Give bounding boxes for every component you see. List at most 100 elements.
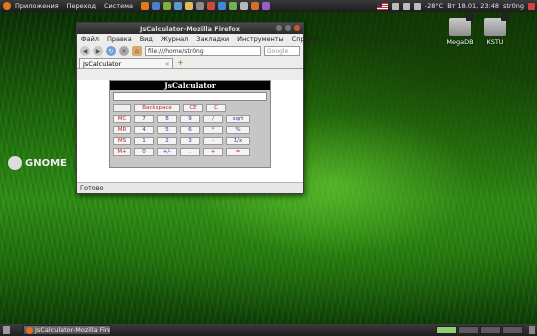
show-desktop-icon[interactable] [3,326,10,334]
clock[interactable]: Вт 18.01, 23:48 [447,2,499,10]
memory-recall-button[interactable]: MR [113,126,131,134]
calculator-title: JsCalculator [110,81,270,90]
multiply-button[interactable]: * [203,126,223,134]
forward-icon[interactable]: ▶ [93,46,103,56]
app-launcher-icon[interactable] [228,2,237,10]
system-tray: -28°C Вт 18.01, 23:48 str0ng [376,0,535,12]
menu-places[interactable]: Переход [63,2,100,10]
digit-0-button[interactable]: 0 [134,148,154,156]
digit-9-button[interactable]: 9 [180,115,200,123]
digit-6-button[interactable]: 6 [180,126,200,134]
gnome-logo-text: GNOME [25,157,67,169]
menu-history[interactable]: Журнал [157,35,192,43]
sqrt-button[interactable]: sqrt [226,115,250,123]
keyboard-layout-flag-icon[interactable] [376,2,388,10]
calculator-row: M+ 0 +/- . + = [113,148,270,156]
menu-system[interactable]: Система [100,2,137,10]
digit-5-button[interactable]: 5 [157,126,177,134]
firefox-launcher-icon[interactable] [140,2,149,10]
home-icon[interactable]: ⌂ [132,46,142,56]
equals-button[interactable]: = [226,148,250,156]
decimal-button[interactable]: . [180,148,200,156]
workspace-3[interactable] [480,326,501,334]
folder-icon [484,13,509,36]
status-bar: Готово [77,182,303,193]
search-input[interactable]: Google [264,46,300,56]
clear-button[interactable]: C [206,104,226,112]
trash-icon[interactable] [529,326,535,334]
memory-add-button[interactable]: M+ [113,148,131,156]
reload-icon[interactable]: ↻ [106,46,116,56]
window-titlebar[interactable]: JsCalculator-Mozilla Firefox [77,23,303,34]
clear-entry-button[interactable]: CE [183,104,203,112]
minimize-icon[interactable] [276,25,282,31]
calculator: JsCalculator Backspace CE C MC 7 8 9 / s… [109,80,271,168]
close-icon[interactable] [294,25,300,31]
desktop-icon-label: KSTU [486,38,504,46]
backspace-button[interactable]: Backspace [134,104,180,112]
app-launcher-icon[interactable] [261,2,270,10]
workspace-1[interactable] [436,326,457,334]
window-title: JsCalculator-Mozilla Firefox [139,24,241,33]
memory-clear-button[interactable]: MC [113,115,131,123]
tab-jscalculator[interactable]: JsCalculator × [79,58,173,68]
percent-button[interactable]: % [226,126,250,134]
app-launcher-icon[interactable] [162,2,171,10]
maximize-icon[interactable] [285,25,291,31]
workspace-2[interactable] [458,326,479,334]
user-name[interactable]: str0ng [503,2,524,10]
app-launcher-icon[interactable] [184,2,193,10]
sign-toggle-button[interactable]: +/- [157,148,177,156]
firefox-window: JsCalculator-Mozilla Firefox Файл Правка… [76,22,320,194]
url-bar[interactable]: file:///home/str0ng [145,46,261,56]
app-launcher-icon[interactable] [239,2,248,10]
menu-view[interactable]: Вид [136,35,157,43]
power-icon[interactable] [528,2,535,10]
menubar: Файл Правка Вид Журнал Закладки Инструме… [77,34,320,44]
taskbar-item-firefox[interactable]: JsCalculator-Mozilla Firef... [23,325,111,335]
calculator-row: MC 7 8 9 / sqrt [113,115,270,123]
menu-tools[interactable]: Инструменты [233,35,288,43]
gnome-logo: GNOME [8,156,67,170]
digit-4-button[interactable]: 4 [134,126,154,134]
app-launcher-icon[interactable] [217,2,226,10]
divide-button[interactable]: / [203,115,223,123]
volume-icon[interactable] [413,2,421,10]
mail-icon[interactable] [391,2,399,10]
weather-readout[interactable]: -28°C [425,2,443,10]
desktop-icon-kstu[interactable]: KSTU [477,13,513,46]
app-launcher-icon[interactable] [173,2,182,10]
back-icon[interactable]: ◀ [80,46,90,56]
top-panel: Приложения Переход Система -28°C Вт 18.0… [0,0,537,12]
new-tab-icon[interactable]: + [177,58,184,68]
close-tab-icon[interactable]: × [165,60,170,68]
menu-help[interactable]: Справка [288,35,325,43]
digit-8-button[interactable]: 8 [157,115,177,123]
workspace-4[interactable] [502,326,523,334]
menu-edit[interactable]: Правка [103,35,136,43]
calculator-display[interactable] [113,92,267,101]
reciprocal-button[interactable]: 1/x [226,137,250,145]
subtract-button[interactable]: - [203,137,223,145]
digit-1-button[interactable]: 1 [134,137,154,145]
navigation-toolbar: ◀ ▶ ↻ ✕ ⌂ file:///home/str0ng Google [77,44,303,58]
network-icon[interactable] [402,2,410,10]
memory-store-button[interactable]: MS [113,137,131,145]
stop-icon[interactable]: ✕ [119,46,129,56]
calculator-row-top: Backspace CE C [113,104,270,112]
app-launcher-icon[interactable] [151,2,160,10]
menu-bookmarks[interactable]: Закладки [192,35,233,43]
app-launcher-icon[interactable] [195,2,204,10]
app-launcher-icon[interactable] [250,2,259,10]
digit-3-button[interactable]: 3 [180,137,200,145]
digit-7-button[interactable]: 7 [134,115,154,123]
tab-strip: JsCalculator × + [77,58,303,69]
ubuntu-logo-icon[interactable] [3,2,11,10]
digit-2-button[interactable]: 2 [157,137,177,145]
add-button[interactable]: + [203,148,223,156]
folder-icon [449,13,474,36]
app-launcher-icon[interactable] [206,2,215,10]
menu-file[interactable]: Файл [77,35,103,43]
desktop-icon-megadb[interactable]: MegaDB [442,13,478,46]
menu-applications[interactable]: Приложения [11,2,63,10]
